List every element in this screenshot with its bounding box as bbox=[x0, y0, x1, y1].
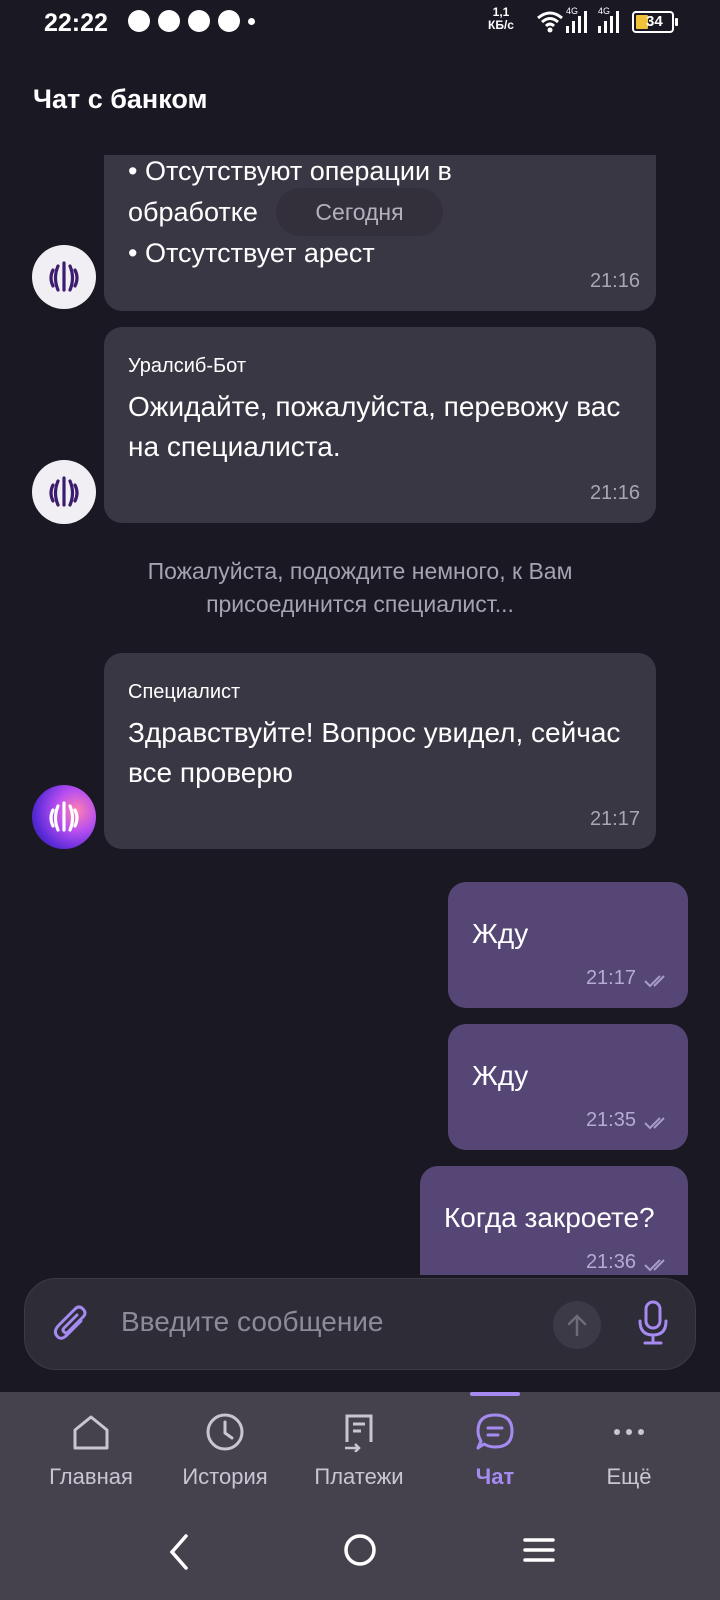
signal-icon-sim2: 4G bbox=[596, 6, 620, 39]
message-text: Ожидайте, пожалуйста, перевожу вас на сп… bbox=[128, 391, 621, 462]
payments-icon bbox=[345, 1414, 373, 1452]
message-line: • Отсутствуют операции в bbox=[128, 156, 452, 186]
bank-bot-avatar bbox=[32, 245, 96, 309]
notification-icons bbox=[128, 10, 255, 32]
incoming-message: Специалист Здравствуйте! Вопрос увидел, … bbox=[104, 653, 656, 849]
nav-label: Чат bbox=[475, 1464, 515, 1489]
message-time: 21:17 bbox=[589, 808, 640, 830]
message-time: 21:36 bbox=[585, 1251, 636, 1273]
signal-icon-sim1: 4G bbox=[564, 6, 588, 39]
message-text: Когда закроете? bbox=[444, 1202, 655, 1233]
date-separator: Сегодня bbox=[276, 188, 443, 236]
status-bar: 22:22 1,1 КБ/с 4G 4G 34 bbox=[0, 0, 720, 50]
more-notifications-dot bbox=[248, 17, 255, 25]
nav-item-chat[interactable]: Чат bbox=[430, 1392, 560, 1502]
read-checks-icon bbox=[644, 1117, 665, 1130]
messenger-icon bbox=[188, 10, 210, 32]
network-type-2: 4G bbox=[598, 6, 611, 16]
network-type-1: 4G bbox=[566, 6, 579, 16]
speed-unit: КБ/с bbox=[488, 18, 514, 32]
uralsib-logo-icon bbox=[49, 801, 79, 832]
back-icon[interactable] bbox=[164, 1532, 194, 1572]
outgoing-message: Когда закроете? 21:36 bbox=[420, 1166, 688, 1275]
home-circle-icon[interactable] bbox=[342, 1532, 378, 1568]
chat-icon bbox=[476, 1413, 514, 1450]
arrow-up-icon bbox=[567, 1314, 587, 1337]
chat-messages[interactable]: • Отсутствуют операции в обработке • Отс… bbox=[0, 155, 720, 1275]
bank-bot-avatar bbox=[32, 460, 96, 524]
nav-label: Ещё bbox=[606, 1464, 652, 1489]
battery-level: 34 bbox=[646, 13, 663, 30]
mir-pay-icon bbox=[218, 10, 240, 32]
bottom-navigation: Главная История Платежи Чат Ещё bbox=[0, 1392, 720, 1502]
message-text: Жду bbox=[472, 1060, 529, 1091]
nav-label: История bbox=[182, 1464, 268, 1489]
nav-item-more[interactable]: Ещё bbox=[564, 1392, 694, 1502]
message-author: Уралсиб-Бот bbox=[128, 355, 246, 377]
message-time: 21:35 bbox=[585, 1109, 636, 1131]
message-input[interactable]: Введите сообщение bbox=[121, 1306, 384, 1338]
chat-app-icon bbox=[128, 10, 150, 32]
message-time: 21:16 bbox=[589, 270, 640, 292]
message-text: Здравствуйте! Вопрос увидел, сейчас все … bbox=[128, 717, 621, 788]
incoming-message: Уралсиб-Бот Ожидайте, пожалуйста, перево… bbox=[104, 327, 656, 523]
more-dots-icon bbox=[614, 1429, 644, 1435]
outgoing-message: Жду 21:17 bbox=[448, 882, 688, 1008]
nav-item-payments[interactable]: Платежи bbox=[294, 1392, 424, 1502]
message-author: Специалист bbox=[128, 681, 241, 703]
message-line: • Отсутствует арест bbox=[128, 238, 375, 268]
nav-label: Главная bbox=[49, 1464, 133, 1489]
read-checks-icon bbox=[644, 1259, 665, 1272]
wifi-icon bbox=[537, 11, 563, 33]
outgoing-message: Жду 21:35 bbox=[448, 1024, 688, 1150]
page-title: Чат с банком bbox=[33, 84, 208, 114]
read-checks-icon bbox=[644, 975, 665, 988]
message-time: 21:16 bbox=[589, 482, 640, 504]
nav-item-home[interactable]: Главная bbox=[26, 1392, 156, 1502]
message-text: Жду bbox=[472, 918, 529, 949]
attach-icon[interactable] bbox=[51, 1303, 91, 1347]
message-time: 21:17 bbox=[585, 967, 636, 989]
clock-icon bbox=[206, 1413, 244, 1451]
battery-icon: 34 bbox=[632, 11, 678, 33]
send-button[interactable] bbox=[553, 1301, 601, 1349]
system-notice: Пожалуйста, подождите немного, к Вам при… bbox=[147, 558, 573, 617]
message-input-bar: Введите сообщение bbox=[24, 1278, 696, 1370]
nav-label: Платежи bbox=[314, 1464, 404, 1489]
network-speed: 1,1 КБ/с bbox=[488, 6, 514, 32]
nav-item-history[interactable]: История bbox=[160, 1392, 290, 1502]
uralsib-logo-icon bbox=[49, 261, 79, 292]
microphone-icon[interactable] bbox=[633, 1299, 673, 1347]
home-icon bbox=[73, 1415, 109, 1450]
status-time: 22:22 bbox=[44, 9, 108, 37]
telegram-icon bbox=[158, 10, 180, 32]
uralsib-logo-icon bbox=[49, 476, 79, 507]
recent-apps-icon[interactable] bbox=[522, 1532, 556, 1568]
system-navigation-bar bbox=[0, 1502, 720, 1600]
specialist-avatar bbox=[32, 785, 96, 849]
